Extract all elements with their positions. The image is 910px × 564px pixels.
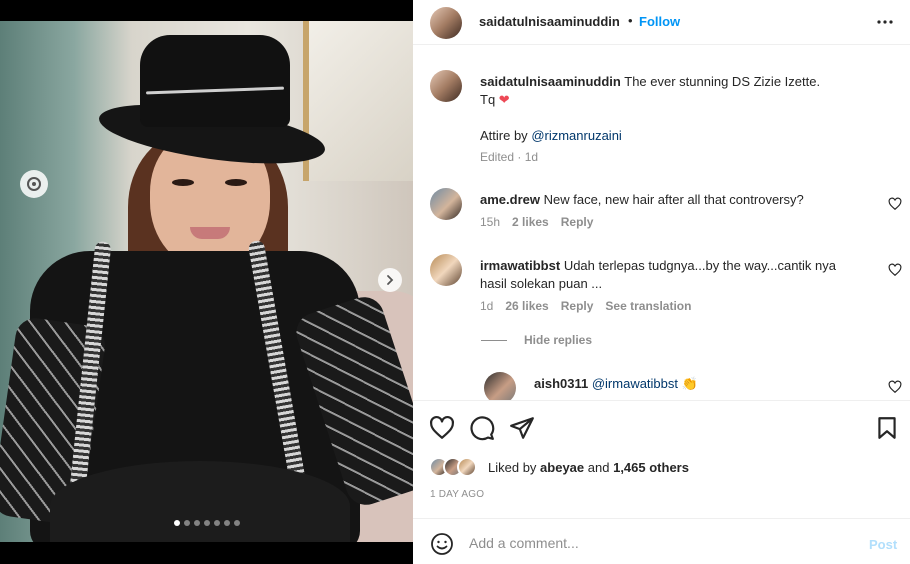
media-pagination-dots — [0, 520, 413, 526]
save-bookmark-icon[interactable] — [874, 415, 900, 441]
attire-mention-link[interactable]: @rizmanruzaini — [531, 128, 622, 143]
photo-lips — [190, 227, 230, 239]
avatar[interactable] — [430, 188, 462, 220]
reply-item: aish0311 @irmawatibbst 👏 — [484, 372, 902, 400]
comment-meta: 1d 26 likes Reply See translation — [480, 299, 691, 313]
caption-text: saidatulnisaaminuddin The ever stunning … — [480, 73, 860, 145]
post-author-username[interactable]: saidatulnisaaminuddin — [479, 14, 620, 29]
replies-divider — [481, 340, 507, 341]
chevron-right-icon — [387, 275, 394, 285]
post-comment-button[interactable]: Post — [869, 537, 897, 552]
liked-by-user-link[interactable]: abeyae — [540, 460, 584, 475]
pagination-dot — [183, 520, 190, 526]
post-header: saidatulnisaaminuddin • Follow — [413, 0, 910, 45]
media-tag-icon[interactable] — [20, 170, 48, 198]
liked-by-and: and — [587, 460, 610, 475]
like-comment-heart-icon[interactable] — [888, 197, 902, 211]
caption-meta: Edited · 1d — [480, 150, 538, 164]
avatar — [457, 457, 477, 477]
avatar[interactable] — [430, 254, 462, 286]
comment-username[interactable]: irmawatibbst — [480, 258, 560, 273]
emoji-smiley-icon[interactable] — [430, 532, 454, 556]
comment-username[interactable]: ame.drew — [480, 192, 540, 207]
comment-time: 15h — [480, 215, 501, 229]
liked-by-text: Liked by abeyae and 1,465 others — [488, 460, 689, 475]
comment-input[interactable] — [469, 531, 849, 555]
like-comment-heart-icon[interactable] — [888, 380, 902, 394]
pagination-dot — [173, 520, 180, 526]
reply-username[interactable]: aish0311 — [534, 376, 588, 391]
photo-wall-art — [303, 21, 413, 181]
avatar[interactable] — [430, 7, 462, 39]
photo-skirt — [50, 461, 350, 542]
next-media-button[interactable] — [378, 268, 402, 292]
comment-text: ame.drew New face, new hair after all th… — [480, 191, 860, 209]
pagination-dot — [233, 520, 240, 526]
follow-button[interactable]: Follow — [639, 14, 680, 29]
photo-eye-left — [172, 179, 194, 186]
pagination-dot — [223, 520, 230, 526]
photo-hat-crown — [140, 35, 290, 127]
comment-time: 1d — [480, 299, 494, 313]
caption-line1: The ever stunning DS Zizie Izette. — [624, 74, 821, 89]
photo-eye-right — [225, 179, 247, 186]
avatar[interactable] — [484, 372, 516, 400]
likes-count-link[interactable]: 1,465 others — [613, 460, 689, 475]
post-timestamp[interactable]: 1 DAY AGO — [430, 489, 484, 500]
comment-body: New face, new hair after all that contro… — [543, 192, 804, 207]
comment-item: ame.drew New face, new hair after all th… — [430, 188, 902, 238]
like-comment-heart-icon[interactable] — [888, 263, 902, 277]
reply-mention-link[interactable]: @irmawatibbst — [592, 376, 678, 391]
pagination-dot — [213, 520, 220, 526]
edited-label: Edited · 1d — [480, 150, 539, 164]
attire-prefix: Attire by — [480, 128, 528, 143]
post-photo[interactable] — [0, 21, 413, 542]
caption-line2: Tq — [480, 92, 496, 107]
comment-bubble-icon[interactable] — [469, 415, 495, 441]
reply-button[interactable]: Reply — [561, 215, 594, 229]
comment-meta: 15h 2 likes Reply — [480, 215, 593, 229]
clap-emoji: 👏 — [681, 376, 698, 391]
header-separator: • — [628, 13, 633, 28]
post-caption: saidatulnisaaminuddin The ever stunning … — [430, 70, 900, 180]
pagination-dot — [193, 520, 200, 526]
liked-by-avatars[interactable] — [429, 457, 485, 477]
post-details-panel: saidatulnisaaminuddin • Follow saidatuln… — [413, 0, 910, 564]
hide-replies-button[interactable]: Hide replies — [524, 333, 592, 347]
post-actions: Liked by abeyae and 1,465 others 1 DAY A… — [413, 400, 910, 518]
avatar[interactable] — [430, 70, 462, 102]
see-translation-button[interactable]: See translation — [605, 299, 691, 313]
comment-text: irmawatibbst Udah terlepas tudgnya...by … — [480, 257, 860, 293]
comment-item: irmawatibbst Udah terlepas tudgnya...by … — [430, 254, 902, 354]
pagination-dot — [203, 520, 210, 526]
post-media[interactable] — [0, 0, 413, 564]
comments-list[interactable]: saidatulnisaaminuddin The ever stunning … — [413, 46, 910, 400]
comment-likes-link[interactable]: 2 likes — [512, 215, 549, 229]
add-comment-bar: Post — [413, 518, 910, 564]
heart-emoji: ❤ — [498, 92, 510, 107]
liked-by-prefix: Liked by — [488, 460, 537, 475]
share-paper-plane-icon[interactable] — [509, 415, 535, 441]
like-heart-icon[interactable] — [429, 415, 455, 441]
caption-username[interactable]: saidatulnisaaminuddin — [480, 74, 621, 89]
more-horizontal-icon — [877, 20, 893, 24]
comment-likes-link[interactable]: 26 likes — [505, 299, 548, 313]
reply-button[interactable]: Reply — [561, 299, 594, 313]
more-options-button[interactable] — [875, 12, 895, 32]
reply-text: aish0311 @irmawatibbst 👏 — [534, 375, 910, 393]
